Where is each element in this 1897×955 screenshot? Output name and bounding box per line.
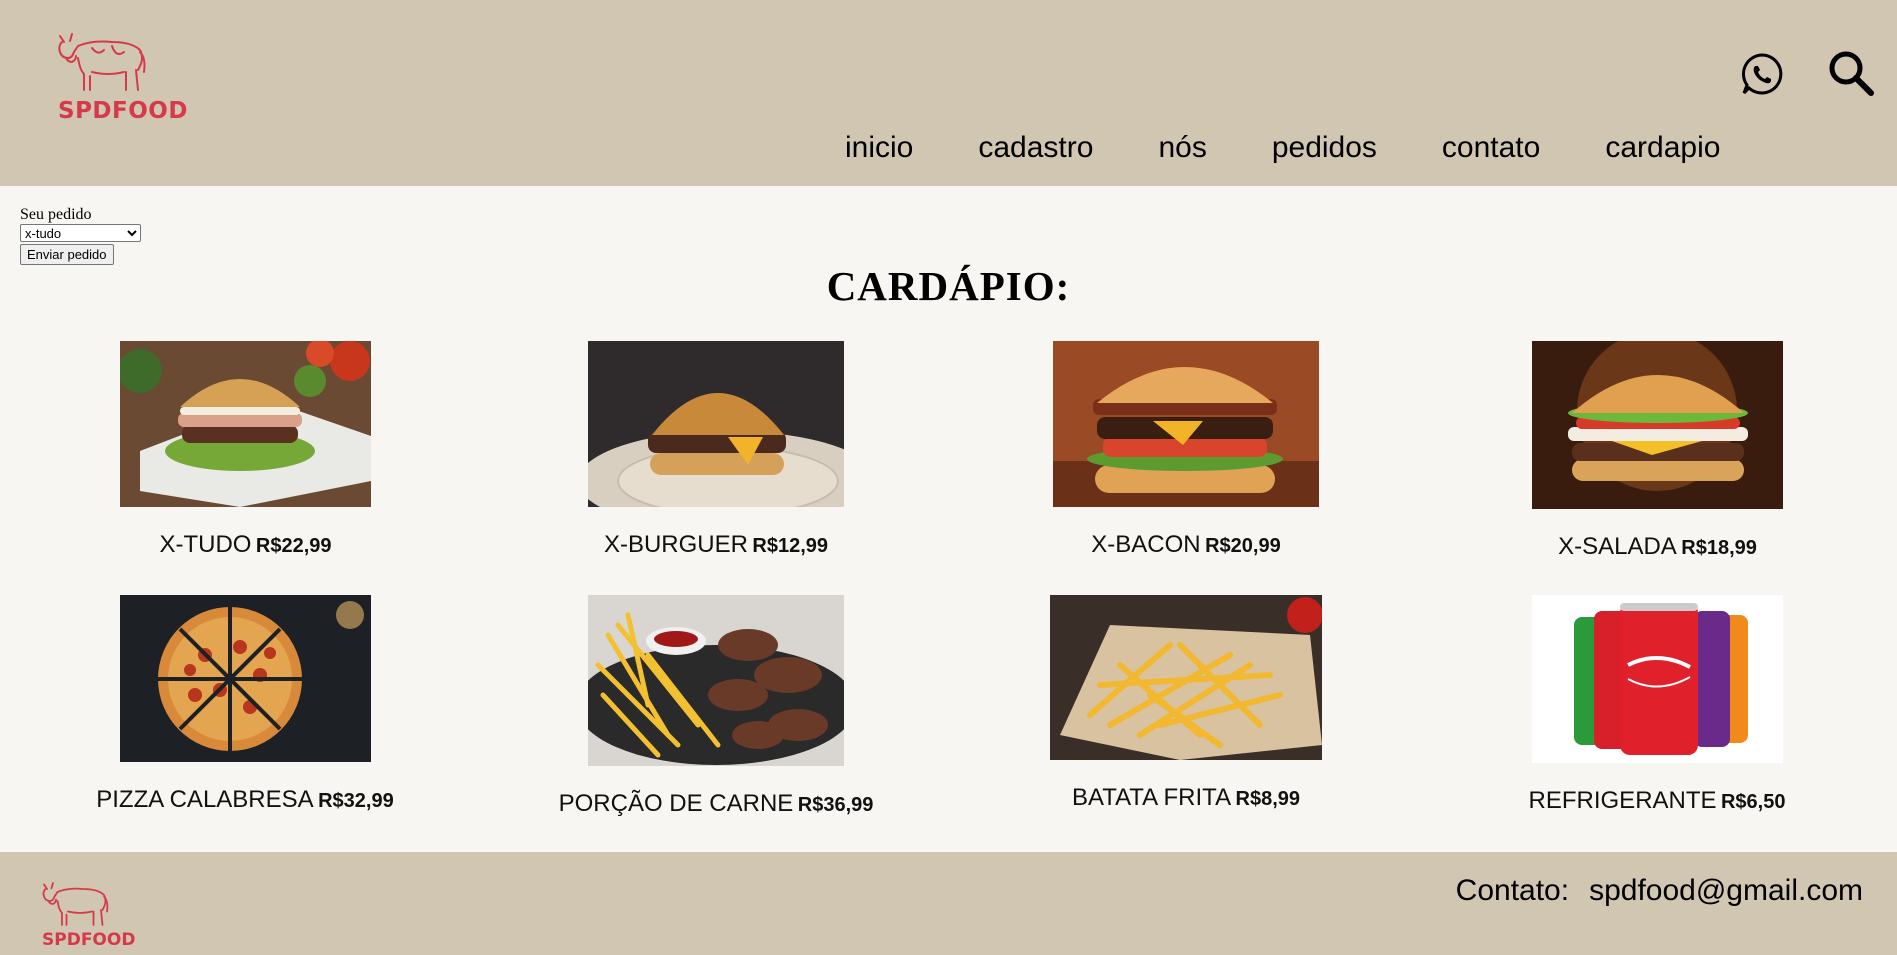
item-name: X-BACON — [1091, 531, 1201, 558]
site-footer: SPDFOOD Contato: spdfood@gmail.com — [0, 852, 1897, 955]
refrigerante-photo — [1531, 595, 1783, 763]
item-name: REFRIGERANTE — [1528, 787, 1717, 814]
site-header: SPDFOOD inicio cadastro nós pedidos cont… — [0, 0, 1897, 186]
whatsapp-icon[interactable] — [1740, 52, 1784, 96]
item-price: R$6,50 — [1720, 791, 1786, 813]
item-price: R$8,99 — [1235, 788, 1301, 810]
item-caption: BATATA FRITA R$8,99 — [1050, 784, 1322, 812]
item-name: X-BURGUER — [603, 531, 748, 558]
menu-title: CARDÁPIO: — [826, 263, 1071, 309]
item-name: BATATA FRITA — [1071, 784, 1232, 811]
x-tudo-photo — [120, 341, 371, 507]
x-bacon-photo — [1053, 341, 1319, 507]
order-form: Seu pedido x-tudo Enviar pedido — [20, 206, 141, 265]
nav-pedidos[interactable]: pedidos — [1272, 130, 1377, 166]
item-price: R$32,99 — [318, 790, 394, 812]
item-caption: X-BACON R$20,99 — [1053, 531, 1319, 559]
menu-item-porcao-de-carne[interactable]: PORÇÃO DE CARNE R$36,99 — [550, 595, 882, 818]
item-name: X-SALADA — [1558, 533, 1677, 560]
nav-nos[interactable]: nós — [1158, 130, 1206, 166]
item-caption: PORÇÃO DE CARNE R$36,99 — [550, 790, 882, 818]
logo-text: SPDFOOD — [58, 98, 188, 124]
item-price: R$18,99 — [1681, 537, 1757, 559]
x-burguer-photo — [588, 341, 844, 507]
footer-contact: Contato: spdfood@gmail.com — [1456, 874, 1863, 908]
menu-item-pizza-calabresa[interactable]: PIZZA CALABRESA R$32,99 — [92, 595, 398, 814]
menu-item-x-tudo[interactable]: X-TUDO R$22,99 — [120, 341, 371, 559]
order-label: Seu pedido — [20, 206, 92, 223]
item-name: PORÇÃO DE CARNE — [558, 790, 794, 817]
item-name: PIZZA CALABRESA — [96, 786, 314, 813]
menu-item-x-bacon[interactable]: X-BACON R$20,99 — [1053, 341, 1319, 559]
batata-frita-photo — [1050, 595, 1322, 760]
item-caption: X-TUDO R$22,99 — [120, 531, 371, 559]
item-caption: X-BURGUER R$12,99 — [588, 531, 844, 559]
nav-cardapio[interactable]: cardapio — [1605, 130, 1720, 166]
footer-logo-text: SPDFOOD — [42, 930, 136, 950]
pizza-calabresa-photo — [119, 595, 371, 762]
menu-item-refrigerante[interactable]: REFRIGERANTE R$6,50 — [1507, 595, 1807, 815]
item-price: R$20,99 — [1205, 535, 1281, 557]
order-select[interactable]: x-tudo — [20, 224, 141, 242]
nav-contato[interactable]: contato — [1442, 130, 1540, 166]
item-price: R$12,99 — [752, 535, 829, 557]
nav-cadastro[interactable]: cadastro — [978, 130, 1093, 166]
menu-item-x-burguer[interactable]: X-BURGUER R$12,99 — [588, 341, 844, 559]
menu-item-x-salada[interactable]: X-SALADA R$18,99 — [1532, 341, 1783, 561]
cow-icon — [42, 882, 109, 926]
footer-logo[interactable]: SPDFOOD — [38, 878, 135, 953]
item-caption: X-SALADA R$18,99 — [1532, 533, 1783, 561]
item-price: R$22,99 — [255, 535, 332, 557]
x-salada-photo — [1532, 341, 1783, 509]
main-nav: inicio cadastro nós pedidos contato card… — [845, 130, 1785, 166]
contact-email[interactable]: spdfood@gmail.com — [1589, 874, 1863, 907]
cow-icon — [58, 33, 146, 91]
item-caption: PIZZA CALABRESA R$32,99 — [92, 786, 398, 814]
contact-label: Contato: — [1455, 874, 1570, 907]
item-caption: REFRIGERANTE R$6,50 — [1507, 787, 1807, 815]
search-icon[interactable] — [1826, 48, 1876, 98]
item-price: R$36,99 — [797, 794, 874, 816]
menu-item-batata-frita[interactable]: BATATA FRITA R$8,99 — [1050, 595, 1322, 812]
nav-inicio[interactable]: inicio — [845, 130, 913, 166]
brand-logo[interactable]: SPDFOOD — [52, 28, 187, 128]
porcao-de-carne-photo — [588, 595, 844, 766]
item-name: X-TUDO — [159, 531, 252, 558]
